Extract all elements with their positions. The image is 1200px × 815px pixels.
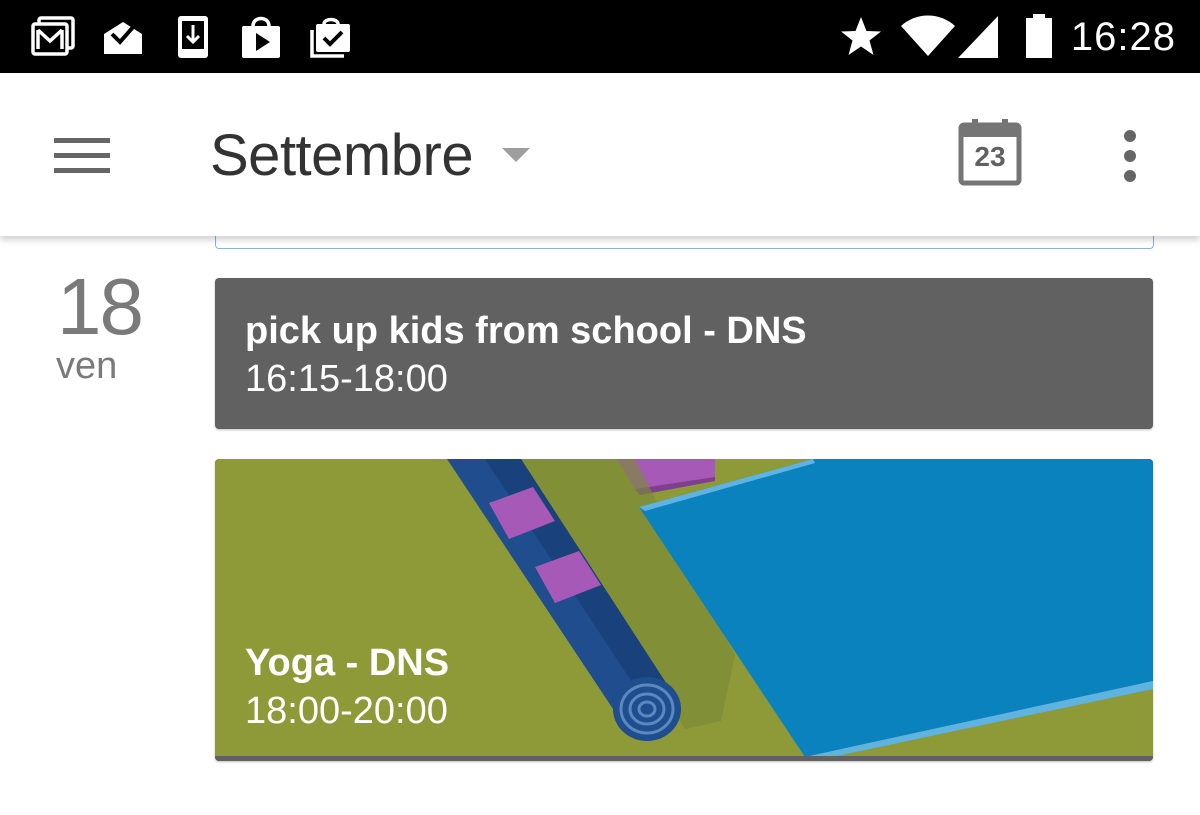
clock: 16:28	[1070, 15, 1176, 59]
dropdown-arrow-icon[interactable]	[500, 146, 532, 164]
card-bottom-border	[215, 756, 1153, 761]
event-title: pick up kids from school - DNS	[245, 310, 807, 352]
gmail-icon	[31, 16, 75, 56]
star-icon	[841, 17, 881, 55]
day-weekday: ven	[56, 345, 118, 387]
signal-icon	[958, 16, 998, 58]
download-icon	[178, 16, 208, 58]
inbox-icon	[104, 22, 142, 54]
month-title[interactable]: Settembre	[210, 123, 474, 189]
event-time: 18:00-20:00	[245, 690, 448, 732]
event-card-pickup[interactable]: pick up kids from school - DNS 16:15-18:…	[215, 278, 1153, 429]
today-date: 23	[974, 141, 1006, 172]
event-time: 16:15-18:00	[245, 358, 448, 400]
play-store-icon	[242, 16, 280, 58]
wifi-icon	[901, 15, 955, 56]
today-button[interactable]: 23	[954, 117, 1026, 189]
hamburger-menu-icon[interactable]	[40, 121, 124, 191]
event-card-yoga[interactable]: Yoga - DNS 18:00-20:00	[215, 459, 1153, 761]
event-title: Yoga - DNS	[245, 642, 450, 684]
day-number: 18	[57, 262, 144, 351]
tasks-icon	[310, 17, 350, 58]
status-bar: 16:28	[0, 0, 1200, 73]
app-bar: Settembre 23	[0, 73, 1200, 236]
battery-icon	[1026, 14, 1052, 58]
more-vert-icon[interactable]	[1104, 121, 1156, 191]
